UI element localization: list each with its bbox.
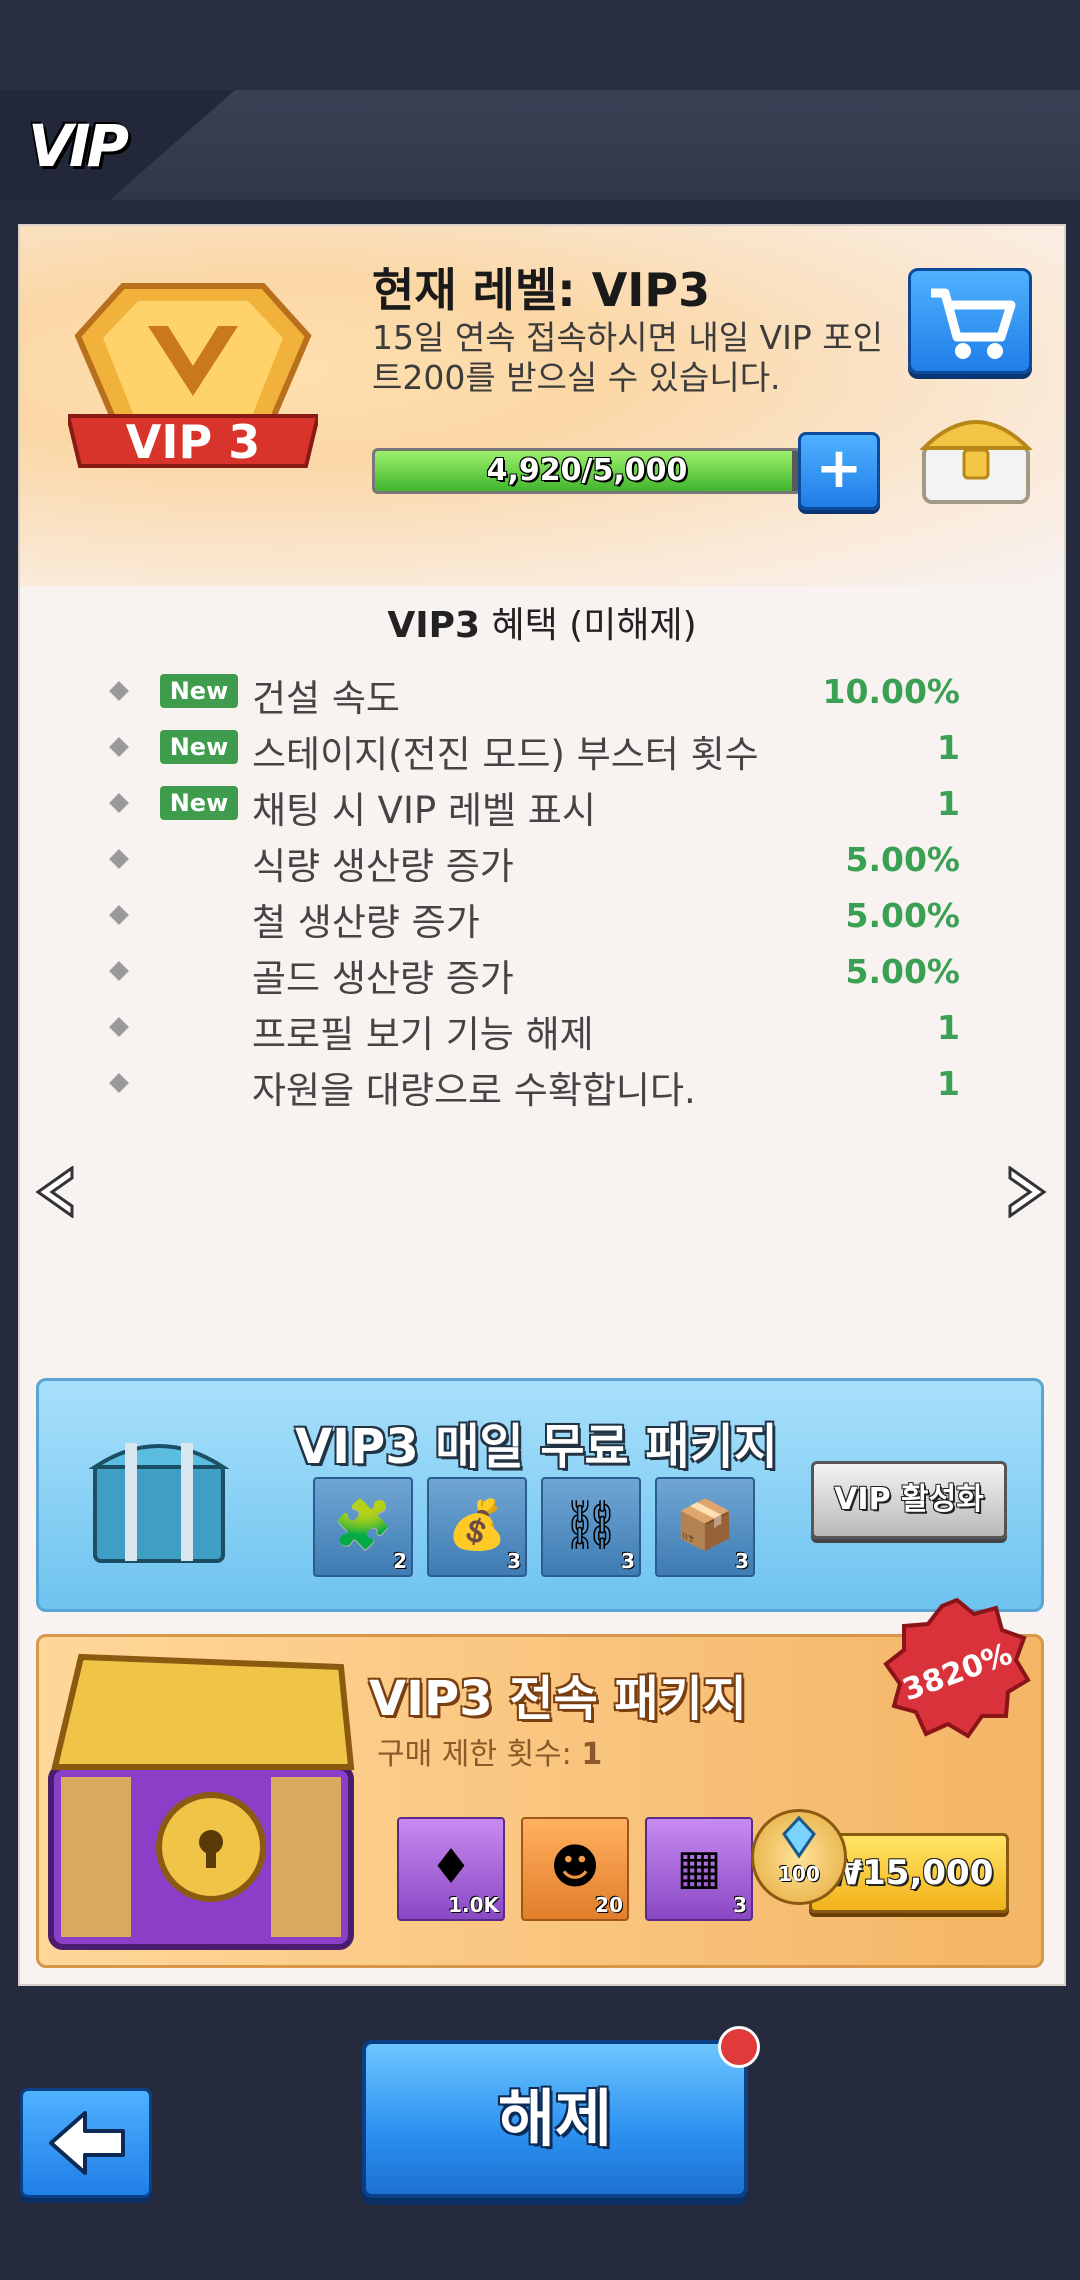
new-badge: New <box>160 786 238 820</box>
next-level-arrow-icon[interactable] <box>1004 1166 1048 1218</box>
item-count: 3 <box>733 1893 747 1917</box>
current-level: 현재 레벨: VIP3 <box>372 263 711 317</box>
benefit-value: 5.00% <box>845 840 961 879</box>
item-count: 2 <box>393 1549 407 1573</box>
benefit-label: 골드 생산량 증가 <box>252 957 514 1000</box>
benefits-title: VIP3 혜택 (미해제) <box>20 596 1064 648</box>
benefit-row: 프로필 보기 기능 해제 1 <box>20 1000 1064 1056</box>
vip-hero: VIP 3 현재 레벨: VIP3 15일 연속 접속하시면 내일 VIP 포인… <box>20 226 1064 586</box>
purchase-limit-value: 1 <box>581 1737 603 1772</box>
benefit-row: New 건설 속도 10.00% <box>20 664 1064 720</box>
purchase-limit-label: 구매 제한 횟수: <box>377 1737 572 1772</box>
vip-points-value: 100 <box>778 1862 820 1886</box>
benefit-row: New 스테이지(전진 모드) 부스터 횟수 1 <box>20 720 1064 776</box>
vip-activate-button[interactable]: VIP 활성화 <box>811 1461 1007 1539</box>
purchase-limit: 구매 제한 횟수: 1 <box>377 1729 602 1773</box>
vip-progress-bar: 4,920/5,000 <box>372 448 802 494</box>
unlock-button[interactable]: 해제 <box>362 2040 748 2198</box>
page-title: VIP <box>28 112 129 180</box>
benefits-title-level: VIP3 <box>387 605 481 646</box>
benefit-value: 1 <box>937 728 960 767</box>
package-item[interactable]: 💰 3 <box>427 1477 527 1577</box>
exclusive-package-title: VIP3 전속 패키지 <box>369 1671 747 1727</box>
bullet-icon <box>109 849 129 869</box>
diamond-icon <box>782 1815 816 1859</box>
daily-free-package: VIP3 매일 무료 패키지 🧩 2 💰 3 ⛓ 3 📦 3 VIP 활성화 <box>36 1378 1044 1612</box>
bullet-icon <box>109 793 129 813</box>
benefit-label: 식량 생산량 증가 <box>252 845 514 888</box>
bullet-icon <box>109 1073 129 1093</box>
item-count: 20 <box>595 1893 623 1917</box>
item-count: 3 <box>735 1549 749 1573</box>
benefit-value: 1 <box>937 1008 960 1047</box>
bullet-icon <box>109 681 129 701</box>
package-item[interactable]: 🧩 2 <box>313 1477 413 1577</box>
bullet-icon <box>109 737 129 757</box>
benefit-value: 1 <box>937 1064 960 1103</box>
supply-crate-icon <box>88 1443 230 1563</box>
status-bar <box>0 0 1080 90</box>
bullet-icon <box>109 961 129 981</box>
benefit-row: 철 생산량 증가 5.00% <box>20 888 1064 944</box>
benefit-value: 5.00% <box>845 952 961 991</box>
benefit-row: 골드 생산량 증가 5.00% <box>20 944 1064 1000</box>
item-count: 1.0K <box>448 1893 499 1917</box>
benefit-label: 자원을 대량으로 수확합니다. <box>252 1069 696 1112</box>
benefit-label: 스테이지(전진 모드) 부스터 횟수 <box>252 733 759 776</box>
benefit-label: 채팅 시 VIP 레벨 표시 <box>252 789 596 832</box>
benefits-title-status: 혜택 (미해제) <box>491 605 697 646</box>
treasure-chest-icon <box>919 420 1033 504</box>
benefit-value: 1 <box>937 784 960 823</box>
package-item[interactable]: 📦 3 <box>655 1477 755 1577</box>
item-count: 3 <box>621 1549 635 1573</box>
package-item[interactable]: ⛓ 3 <box>541 1477 641 1577</box>
vip-badge-icon: VIP 3 <box>68 283 318 469</box>
package-item[interactable]: ♦ 1.0K <box>397 1817 505 1921</box>
prev-level-arrow-icon[interactable] <box>34 1166 78 1218</box>
discount-badge: 3820% <box>883 1597 1031 1739</box>
benefit-row: 자원을 대량으로 수확합니다. 1 <box>20 1056 1064 1112</box>
treasure-chest-icon <box>48 1653 355 1950</box>
new-badge: New <box>160 730 238 764</box>
shop-button[interactable] <box>908 268 1032 374</box>
bullet-icon <box>109 905 129 925</box>
benefit-value: 5.00% <box>845 896 961 935</box>
new-badge: New <box>160 674 238 708</box>
level-description: 15일 연속 접속하시면 내일 VIP 포인트200를 받으실 수 있습니다. <box>372 318 883 397</box>
benefit-value: 10.00% <box>822 672 960 711</box>
package-item[interactable]: ☻ 20 <box>521 1817 629 1921</box>
vip-points-badge: 100 <box>751 1809 847 1905</box>
vip-progress-text: 4,920/5,000 <box>486 453 688 488</box>
package-item[interactable]: ▦ 3 <box>645 1817 753 1921</box>
back-arrow-icon <box>49 2111 125 2175</box>
notification-dot <box>718 2026 760 2068</box>
vip-badge-label: VIP 3 <box>126 415 260 469</box>
benefit-row: New 채팅 시 VIP 레벨 표시 1 <box>20 776 1064 832</box>
bullet-icon <box>109 1017 129 1037</box>
daily-package-title: VIP3 매일 무료 패키지 <box>295 1419 778 1475</box>
benefit-label: 프로필 보기 기능 해제 <box>252 1013 594 1056</box>
item-count: 3 <box>507 1549 521 1573</box>
benefit-row: 식량 생산량 증가 5.00% <box>20 832 1064 888</box>
benefit-label: 철 생산량 증가 <box>252 901 480 944</box>
cart-icon <box>931 288 1016 359</box>
add-vip-points-button[interactable]: + <box>798 432 880 510</box>
benefit-label: 건설 속도 <box>252 677 400 720</box>
back-button[interactable] <box>20 2088 152 2198</box>
